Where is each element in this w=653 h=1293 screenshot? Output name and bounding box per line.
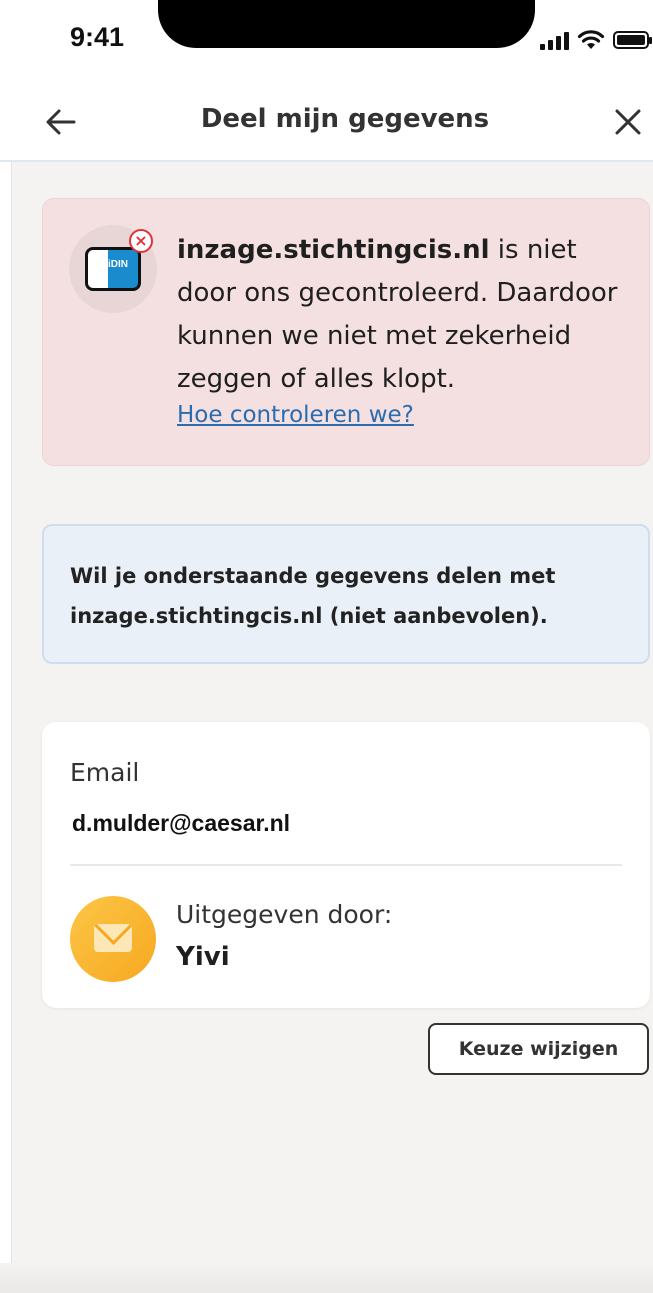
close-button[interactable] (608, 102, 648, 142)
issuer-name: Yivi (176, 942, 230, 972)
issuer-avatar (70, 896, 156, 982)
share-question-text: Wil je onderstaande gegevens delen met i… (70, 564, 556, 628)
error-badge-icon: × (129, 229, 153, 253)
share-question-box: Wil je onderstaande gegevens delen met i… (42, 524, 650, 664)
divider (70, 864, 622, 866)
app-header: Deel mijn gegevens (0, 80, 653, 162)
how-we-verify-link[interactable]: Hoe controleren we? (177, 402, 414, 428)
wifi-icon (577, 30, 605, 49)
battery-icon (613, 31, 652, 49)
device-frame-edge (0, 0, 12, 1293)
warning-message: inzage.stichtingcis.nl is niet door ons … (177, 229, 637, 401)
device-notch (158, 0, 535, 48)
page-title: Deel mijn gegevens (200, 104, 490, 134)
status-time: 9:41 (70, 22, 125, 52)
mail-icon (94, 924, 132, 952)
change-choice-button[interactable]: Keuze wijzigen (428, 1023, 649, 1075)
status-bar: 9:41 (0, 0, 653, 80)
cellular-signal-icon (540, 30, 569, 50)
close-icon (615, 109, 641, 135)
status-icons (540, 28, 652, 52)
credential-value: d.mulder@caesar.nl (72, 810, 291, 836)
bottom-edge (0, 1263, 653, 1293)
idin-icon: iDIN (85, 247, 141, 291)
warning-domain: inzage.stichtingcis.nl (177, 235, 490, 265)
credential-card: Email d.mulder@caesar.nl Uitgegeven door… (42, 722, 650, 1008)
verification-warning-card: iDIN × inzage.stichtingcis.nl is niet do… (42, 198, 650, 466)
credential-label: Email (70, 758, 140, 787)
issuer-label: Uitgegeven door: (176, 900, 393, 929)
